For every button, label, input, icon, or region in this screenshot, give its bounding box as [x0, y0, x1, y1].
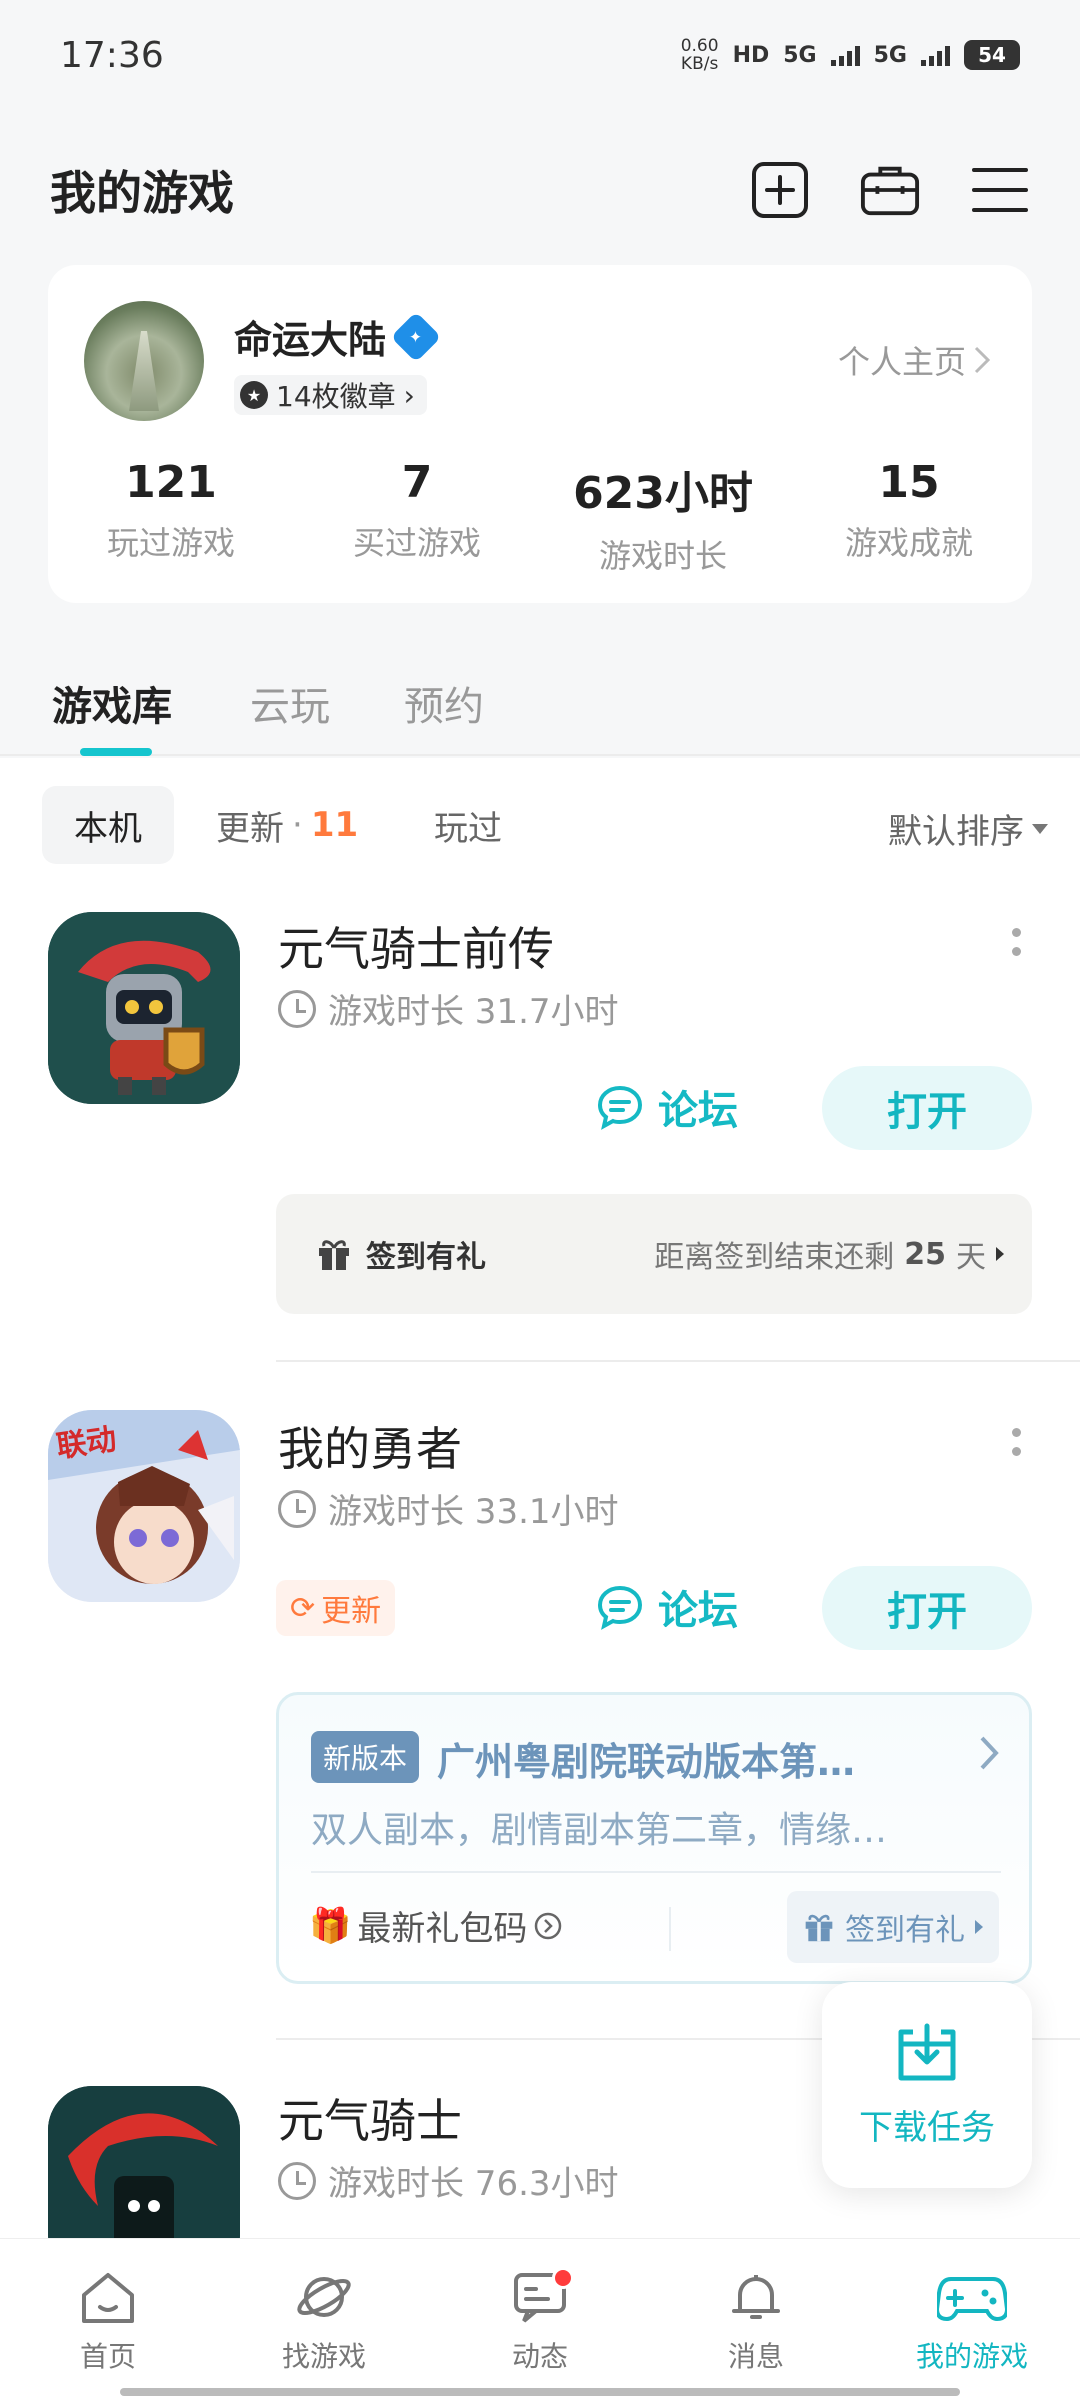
nav-feed[interactable]: 动态	[432, 2239, 648, 2400]
gift-box-icon: 🎁	[309, 1905, 352, 1946]
open-button[interactable]: 打开	[822, 1066, 1032, 1150]
tab-library[interactable]: 游戏库	[52, 674, 172, 732]
filter-local[interactable]: 本机	[42, 786, 174, 864]
download-tasks-button[interactable]: 下载任务	[822, 1982, 1032, 2188]
signal-bars-icon	[921, 44, 950, 66]
gift-icon	[805, 1914, 833, 1942]
caret-down-icon	[1032, 823, 1048, 834]
home-indicator	[120, 2388, 960, 2396]
nav-messages[interactable]: 消息	[648, 2239, 864, 2400]
nav-home[interactable]: 首页	[0, 2239, 216, 2400]
app-header: 我的游戏	[0, 140, 1080, 240]
forum-button[interactable]: 论坛	[596, 1578, 738, 1636]
collab-badge: 联动	[54, 1421, 119, 1465]
battery-icon: 54	[964, 40, 1020, 70]
refresh-icon: ⟳	[290, 1590, 316, 1626]
gift-code-link[interactable]: 🎁 最新礼包码	[309, 1901, 563, 1950]
forum-icon	[597, 1585, 643, 1630]
clock-icon	[278, 1489, 316, 1528]
news-description: 双人副本，剧情副本第二章，情缘…	[311, 1810, 888, 1851]
library-tabs: 游戏库 云玩 预约	[0, 660, 1080, 756]
game-title[interactable]: 我的勇者	[278, 1413, 462, 1479]
game-playtime: 游戏时长 33.1小时	[278, 1484, 619, 1533]
signin-reward-button[interactable]: 签到有礼	[787, 1891, 999, 1963]
tab-reserve[interactable]: 预约	[404, 674, 484, 732]
status-bar: 17:36 0.60 KB/s HD 5G 5G 54	[0, 0, 1080, 110]
net-speed: 0.60 KB/s	[680, 36, 719, 74]
forum-icon	[597, 1085, 643, 1130]
avatar[interactable]	[84, 301, 204, 421]
status-time: 17:36	[60, 34, 164, 76]
new-version-badge: 新版本	[311, 1731, 420, 1783]
toolbox-icon[interactable]	[860, 160, 920, 220]
home-icon	[82, 2273, 134, 2323]
stat-playtime[interactable]: 623小时 游戏时长	[540, 457, 786, 577]
notification-dot	[552, 2267, 574, 2289]
profile-card[interactable]: 命运大陆 ✦ ★ 14枚徽章 › 个人主页 121 玩过游戏 7 买过游戏 62…	[48, 265, 1032, 603]
clock-icon	[278, 2161, 316, 2200]
gamepad-icon	[937, 2277, 1007, 2322]
news-title: 广州粤剧院联动版本第…	[437, 1740, 856, 1784]
signal-label-1: 5G	[783, 42, 817, 68]
nav-my-games[interactable]: 我的游戏	[864, 2239, 1080, 2400]
update-tag[interactable]: ⟳ 更新	[276, 1580, 396, 1636]
sort-dropdown[interactable]: 默认排序	[888, 804, 1048, 853]
forum-button[interactable]: 论坛	[596, 1078, 738, 1136]
filter-played[interactable]: 玩过	[434, 786, 502, 864]
signal-label-2: 5G	[873, 42, 907, 68]
chevron-right-icon: ›	[403, 378, 415, 412]
signin-bar[interactable]: 签到有礼 距离签到结束还剩 25 天	[276, 1194, 1032, 1314]
open-button[interactable]: 打开	[822, 1566, 1032, 1650]
nav-discover[interactable]: 找游戏	[216, 2239, 432, 2400]
stat-bought[interactable]: 7 买过游戏	[294, 457, 540, 577]
profile-link[interactable]: 个人主页	[838, 337, 990, 383]
add-square-icon[interactable]	[750, 160, 810, 220]
medal-icon: ★	[240, 381, 268, 409]
hd-icon: HD	[732, 42, 770, 68]
game-icon-soul-knight[interactable]	[48, 2086, 240, 2238]
tab-indicator	[80, 748, 152, 756]
game-title[interactable]: 元气骑士前传	[278, 913, 554, 979]
chevron-right-icon	[980, 1736, 999, 1770]
stat-achievements[interactable]: 15 游戏成就	[786, 457, 1032, 577]
badges-button[interactable]: ★ 14枚徽章 ›	[234, 375, 427, 415]
status-icons: 0.60 KB/s HD 5G 5G 54	[681, 37, 1020, 73]
gift-icon	[319, 1240, 349, 1270]
filter-bar: 本机 更新 · 11 玩过 默认排序	[0, 786, 1080, 866]
caret-right-icon	[975, 1920, 983, 1934]
stat-played[interactable]: 121 玩过游戏	[48, 457, 294, 577]
profile-stats: 121 玩过游戏 7 买过游戏 623小时 游戏时长 15 游戏成就	[48, 457, 1032, 577]
bottom-nav: 首页 找游戏 动态 消息 我的游戏	[0, 2238, 1080, 2400]
chevron-right-icon	[974, 346, 990, 374]
more-options-icon[interactable]	[1010, 1428, 1022, 1456]
tab-cloud[interactable]: 云玩	[250, 674, 330, 732]
bell-icon	[732, 2275, 780, 2319]
update-news-card[interactable]: 新版本 广州粤剧院联动版本第… 双人副本，剧情副本第二章，情缘… 🎁 最新礼包码…	[276, 1692, 1032, 1984]
signal-bars-icon	[830, 44, 860, 66]
header-actions	[750, 160, 1030, 220]
clock-icon	[278, 989, 316, 1028]
more-options-icon[interactable]	[1010, 928, 1022, 956]
menu-icon[interactable]	[970, 160, 1030, 220]
game-playtime: 游戏时长 31.7小时	[278, 984, 619, 1033]
page-title: 我的游戏	[50, 166, 234, 220]
planet-icon	[297, 2277, 351, 2317]
circle-chevron-icon	[535, 1912, 562, 1939]
game-title[interactable]: 元气骑士	[278, 2085, 462, 2151]
game-icon-soul-knight-prequel[interactable]	[48, 912, 240, 1104]
verified-icon: ✦	[390, 311, 442, 362]
divider	[276, 1360, 1080, 1362]
caret-right-icon	[996, 1247, 1004, 1261]
filter-updates[interactable]: 更新 · 11	[216, 786, 358, 864]
user-name: 命运大陆 ✦	[234, 309, 442, 364]
game-playtime: 游戏时长 76.3小时	[278, 2156, 619, 2205]
download-tray-icon	[898, 2023, 956, 2080]
